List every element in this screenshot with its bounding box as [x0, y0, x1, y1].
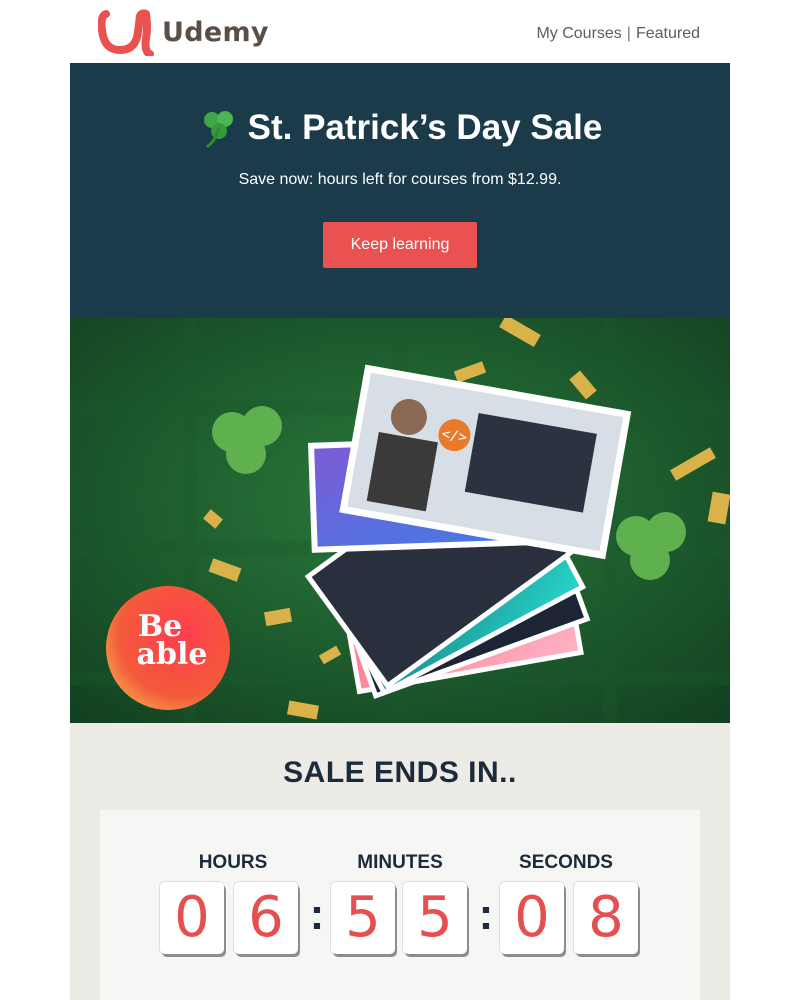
udemy-logo[interactable]: Udemy [98, 8, 269, 56]
hours-label: HOURS [198, 852, 268, 873]
countdown-section: SALE ENDS IN.. HOURS MINUTES SECONDS 0 6… [70, 723, 730, 1000]
minutes-label: MINUTES [357, 852, 443, 873]
promo-banner-image[interactable]: </> Be able [70, 318, 730, 723]
hero-title: St. Patrick’s Day Sale [247, 108, 603, 147]
minutes-digit-2: 5 [403, 882, 467, 954]
badge-line-able: able [137, 637, 208, 672]
header: Udemy My Courses | Featured [70, 0, 730, 63]
hours-digit-2: 6 [234, 882, 298, 954]
hours-digit-1: 0 [160, 882, 224, 954]
nav-separator: | [626, 25, 631, 42]
hero-title-row: St. Patrick’s Day Sale [70, 107, 730, 149]
nav-featured[interactable]: Featured [636, 25, 700, 42]
banner-illustration: </> Be able [70, 318, 730, 723]
hero-subtitle: Save now: hours left for courses from $1… [238, 171, 562, 188]
hero-section: St. Patrick’s Day Sale Save now: hours l… [70, 63, 730, 318]
keep-learning-button[interactable]: Keep learning [323, 222, 477, 268]
top-nav: My Courses | Featured [536, 25, 700, 43]
separator-colon: : [309, 890, 325, 939]
countdown-title: SALE ENDS IN.. [283, 756, 517, 789]
nav-my-courses[interactable]: My Courses [536, 25, 621, 42]
udemy-u-icon [98, 9, 154, 56]
seconds-label: SECONDS [519, 852, 613, 873]
seconds-digit-1: 0 [500, 882, 564, 954]
shamrock-icon [203, 111, 233, 148]
separator-colon: : [478, 890, 494, 939]
brand-name: Udemy [162, 16, 269, 48]
minutes-digit-1: 5 [331, 882, 395, 954]
countdown-panel: HOURS MINUTES SECONDS 0 6 : 5 5 : 0 8 [100, 810, 700, 1000]
seconds-digit-2: 8 [574, 882, 638, 954]
